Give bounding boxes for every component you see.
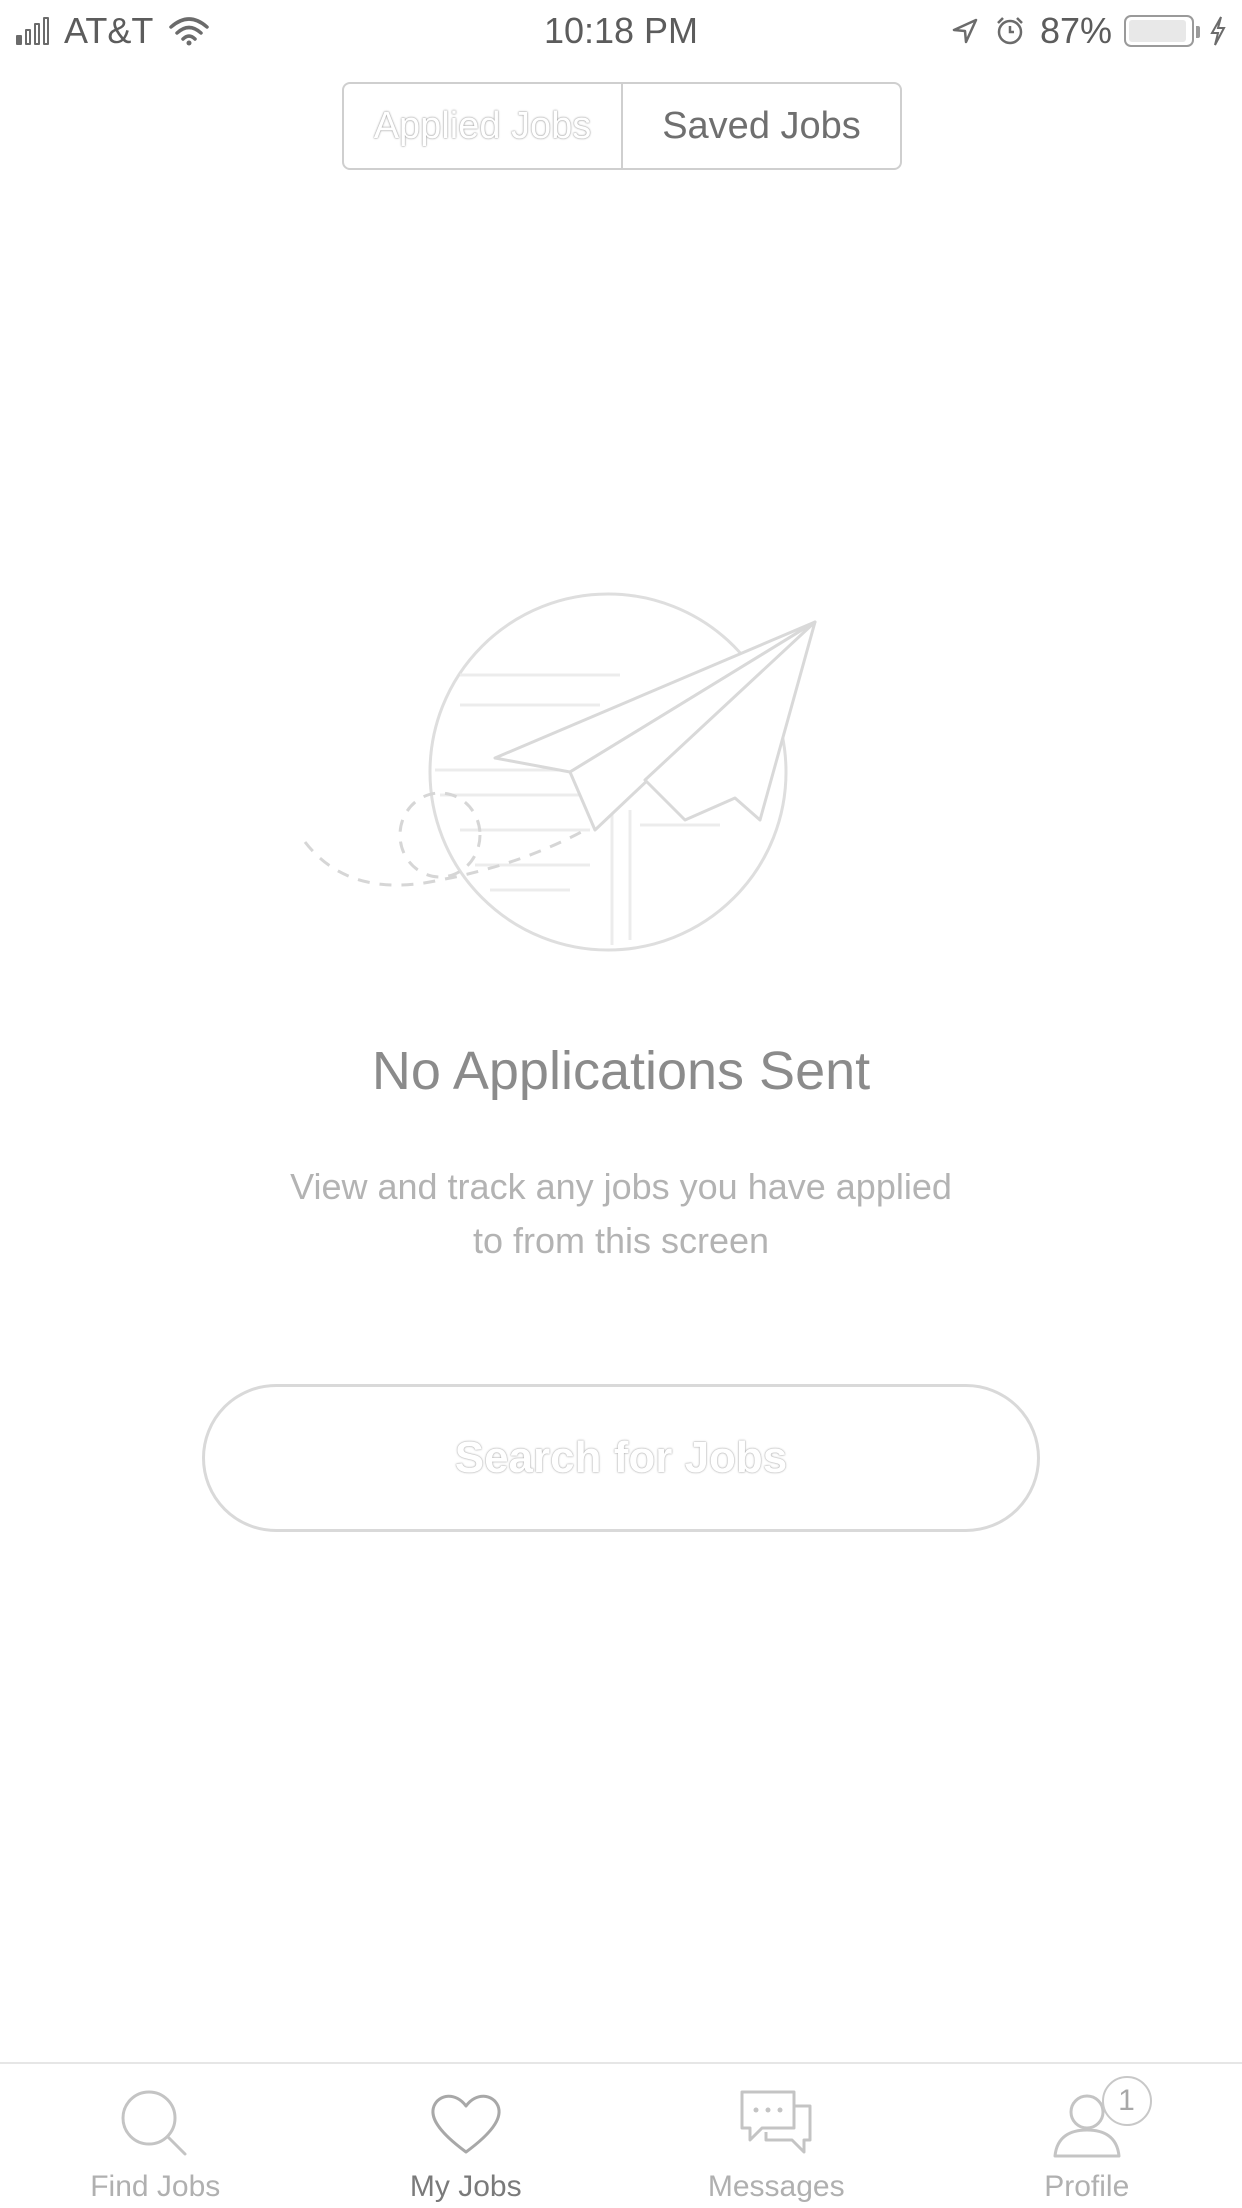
search-icon [121,2090,187,2156]
search-for-jobs-button[interactable]: Search for Jobs [202,1384,1040,1532]
tab-my-jobs-label: My Jobs [409,2170,522,2203]
charging-bolt-icon [1210,16,1226,46]
tab-messages[interactable]: Messages [621,2064,932,2208]
alarm-icon [997,17,1023,45]
app-screen: AT&T 10:18 PM 87% Applied Jobs Saved Job… [0,0,1242,2208]
messages-icon [740,2090,812,2154]
battery-percent: 87% [1039,10,1112,51]
tab-find-jobs-label: Find Jobs [90,2170,221,2203]
empty-state-description-line1: View and track any jobs you have applied [290,1166,952,1207]
paper-plane-illustration [303,592,817,952]
tab-messages-label: Messages [707,2170,845,2203]
tab-my-jobs[interactable]: My Jobs [311,2064,622,2208]
location-arrow-icon [952,18,978,44]
empty-state-description-line2: to from this screen [472,1220,770,1261]
bottom-tab-bar: Find Jobs My Jobs Messages 1 Profile [0,2062,1242,2208]
tab-find-jobs[interactable]: Find Jobs [0,2064,311,2208]
battery-icon [1124,15,1200,47]
heart-icon [431,2094,501,2154]
empty-state-description: View and track any jobs you have applied… [221,1160,1021,1268]
tab-applied-jobs[interactable]: Applied Jobs [344,84,623,168]
status-bar: AT&T 10:18 PM 87% [0,0,1242,62]
tab-saved-jobs[interactable]: Saved Jobs [623,84,900,168]
profile-notification-badge: 1 [1101,2076,1152,2126]
empty-state-title: No Applications Sent [371,1041,871,1101]
jobs-segmented-control: Applied Jobs Saved Jobs [342,82,902,170]
tab-profile[interactable]: 1 Profile [932,2064,1242,2208]
tab-profile-label: Profile [1044,2170,1130,2203]
